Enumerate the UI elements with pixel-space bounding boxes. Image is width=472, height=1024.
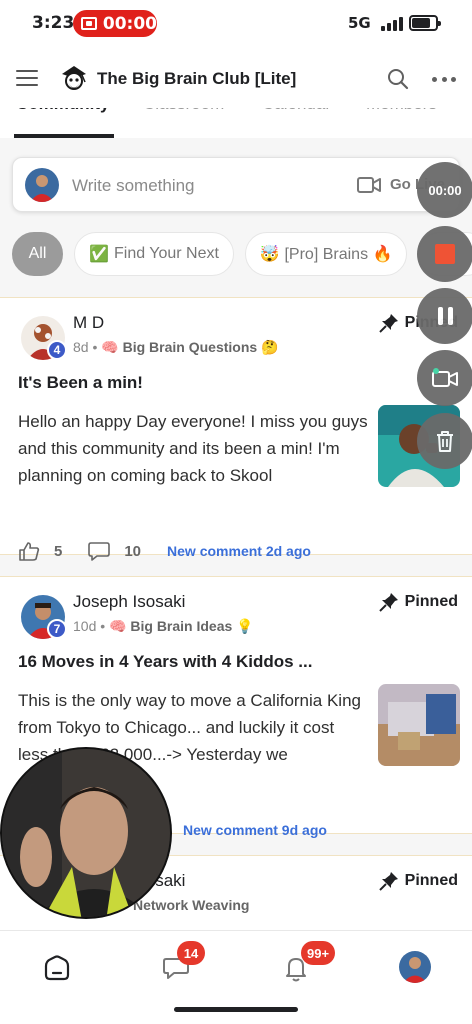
recorder-delete-button[interactable] bbox=[417, 413, 472, 469]
post-thumbnail[interactable] bbox=[378, 684, 460, 766]
post-title[interactable]: 16 Moves in 4 Years with 4 Kiddos ... bbox=[18, 652, 312, 672]
status-bar: 3:23 00:00 5G bbox=[0, 0, 472, 48]
new-comment-link[interactable]: New comment 9d ago bbox=[183, 822, 327, 838]
screen-record-icon bbox=[81, 17, 97, 30]
like-count: 5 bbox=[54, 542, 63, 560]
post-meta: 10d • 🧠 Big Brain Ideas 💡 bbox=[73, 618, 254, 634]
post-author[interactable]: M D bbox=[73, 313, 104, 333]
level-badge: 7 bbox=[47, 619, 67, 639]
status-time: 3:23 bbox=[32, 13, 75, 33]
post-body[interactable]: Hello an happy Day everyone! I miss you … bbox=[18, 408, 368, 489]
more-options-icon[interactable] bbox=[432, 77, 456, 83]
filter-chip-all[interactable]: All bbox=[12, 232, 63, 276]
app-header: The Big Brain Club [Lite] bbox=[0, 48, 472, 108]
pinned-label: Pinned bbox=[378, 871, 458, 891]
filter-chip-find-your-next[interactable]: ✅ Find Your Next bbox=[74, 232, 234, 276]
chat-badge: 14 bbox=[177, 941, 205, 965]
stop-icon bbox=[435, 244, 455, 264]
post-category[interactable]: Big Brain Ideas bbox=[130, 618, 232, 634]
post-author[interactable]: Joseph Isosaki bbox=[73, 592, 185, 612]
chat-nav-item[interactable]: 14 bbox=[161, 941, 205, 983]
trash-icon bbox=[437, 431, 453, 452]
post-meta: 8d • 🧠 Big Brain Questions 🤔 bbox=[73, 339, 279, 355]
post-stats: 5 10 New comment 2d ago bbox=[18, 541, 311, 561]
active-tab-indicator bbox=[14, 134, 114, 138]
menu-icon[interactable] bbox=[16, 70, 38, 86]
comment-icon[interactable] bbox=[88, 541, 111, 561]
pin-icon bbox=[378, 314, 398, 333]
recorder-pause-button[interactable] bbox=[417, 288, 472, 344]
battery-icon bbox=[409, 15, 441, 31]
like-icon[interactable] bbox=[18, 541, 40, 561]
recorder-timer: 00:00 bbox=[417, 162, 472, 218]
pin-icon bbox=[378, 872, 398, 891]
facecam-overlay[interactable] bbox=[0, 747, 172, 919]
recording-time: 00:00 bbox=[102, 13, 157, 34]
post-title[interactable]: It's Been a min! bbox=[18, 373, 143, 393]
level-badge: 4 bbox=[47, 340, 67, 360]
search-icon[interactable] bbox=[387, 68, 409, 90]
user-avatar bbox=[25, 168, 59, 202]
notifications-nav-item[interactable]: 99+ bbox=[281, 941, 336, 983]
home-icon[interactable] bbox=[42, 953, 72, 983]
post-composer[interactable]: Write something Go Live bbox=[12, 157, 460, 212]
pin-icon bbox=[378, 593, 398, 612]
recorder-stop-button[interactable] bbox=[417, 226, 472, 282]
new-comment-link[interactable]: New comment 2d ago bbox=[167, 543, 311, 559]
pause-icon bbox=[437, 307, 453, 325]
signal-icon bbox=[381, 15, 403, 31]
home-indicator bbox=[174, 1007, 298, 1012]
recorder-camera-button[interactable] bbox=[417, 350, 472, 406]
profile-avatar[interactable] bbox=[399, 951, 431, 983]
filter-chip-pro-brains[interactable]: 🤯 [Pro] Brains 🔥 bbox=[245, 232, 407, 276]
group-logo bbox=[62, 66, 86, 90]
post-meta: Network Weaving bbox=[133, 897, 249, 913]
camera-toggle-icon bbox=[432, 368, 458, 387]
group-title[interactable]: The Big Brain Club [Lite] bbox=[97, 69, 296, 89]
composer-placeholder[interactable]: Write something bbox=[72, 176, 195, 196]
category-filters: All ✅ Find Your Next 🤯 [Pro] Brains 🔥 bbox=[0, 232, 472, 278]
post-stats: New comment 9d ago bbox=[183, 820, 327, 840]
post-category[interactable]: Big Brain Questions bbox=[123, 339, 258, 355]
network-type: 5G bbox=[348, 14, 371, 32]
notifications-badge: 99+ bbox=[301, 941, 336, 965]
video-camera-icon[interactable] bbox=[357, 176, 381, 194]
pinned-label: Pinned bbox=[378, 592, 458, 612]
post-card[interactable]: 4 M D 8d • 🧠 Big Brain Questions 🤔 Pinne… bbox=[0, 297, 472, 561]
comment-count: 10 bbox=[124, 542, 142, 560]
post-category[interactable]: Network Weaving bbox=[133, 897, 249, 913]
screen-recording-indicator[interactable]: 00:00 bbox=[73, 10, 157, 37]
